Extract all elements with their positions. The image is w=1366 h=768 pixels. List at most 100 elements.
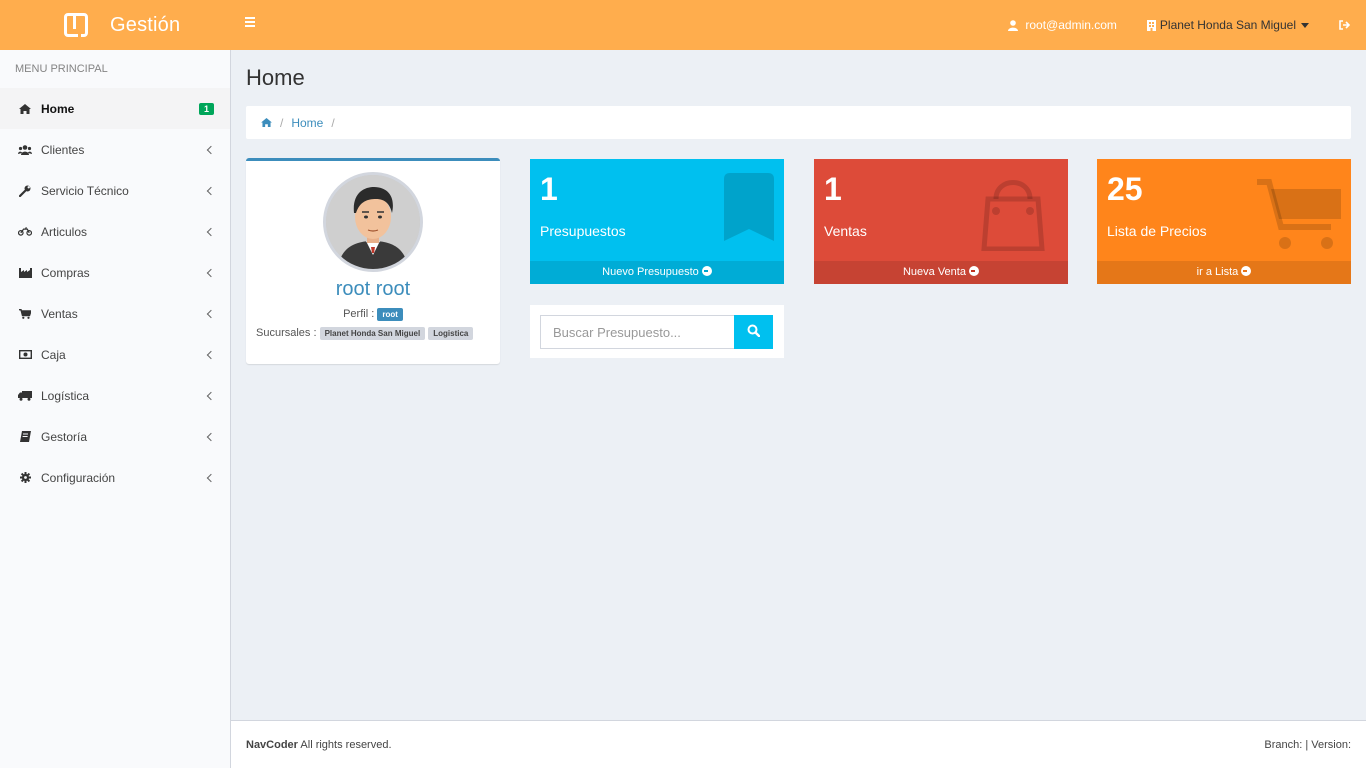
breadcrumb-separator: / bbox=[331, 115, 335, 130]
logo[interactable]: Gestión bbox=[0, 0, 230, 50]
sidebar-item-label: Clientes bbox=[41, 142, 85, 157]
sign-out-icon bbox=[1339, 20, 1350, 30]
perfil-badge: root bbox=[377, 308, 403, 321]
breadcrumb-home-link[interactable]: Home bbox=[291, 116, 323, 130]
sidebar-item-compras[interactable]: Compras bbox=[0, 252, 230, 293]
sidebar-item-articulos[interactable]: Articulos bbox=[0, 211, 230, 252]
chevron-left-icon bbox=[206, 432, 216, 441]
sidebar-item-clientes[interactable]: Clientes bbox=[0, 129, 230, 170]
motorcycle-icon bbox=[18, 227, 32, 236]
user-email: root@admin.com bbox=[1025, 18, 1117, 32]
footer-version: Branch: | Version: bbox=[1264, 739, 1351, 751]
app-title: Gestión bbox=[110, 13, 181, 36]
sidebar-item-label: Articulos bbox=[41, 224, 88, 239]
presupuestos-box: 1 Presupuestos Nuevo Presupuesto bbox=[530, 159, 784, 284]
sidebar-item-label: Servicio Técnico bbox=[41, 183, 129, 198]
chevron-left-icon bbox=[206, 145, 216, 154]
sidebar-item-ventas[interactable]: Ventas bbox=[0, 293, 230, 334]
sidebar: MENU PRINCIPAL Home 1 Clientes Servicio … bbox=[0, 50, 231, 768]
sidebar-item-label: Logística bbox=[41, 388, 90, 403]
footer-brand: NavCoder bbox=[246, 739, 298, 751]
gear-icon bbox=[19, 472, 31, 483]
arrow-circle-right-icon bbox=[1241, 266, 1252, 276]
breadcrumb-separator: / bbox=[280, 115, 284, 130]
breadcrumb: / Home / bbox=[246, 106, 1351, 139]
top-header: Gestión root@admin.com Planet Honda San … bbox=[0, 0, 1366, 50]
user-menu[interactable]: root@admin.com bbox=[993, 0, 1132, 50]
sidebar-toggle-button[interactable] bbox=[243, 17, 257, 29]
chevron-left-icon bbox=[206, 309, 216, 318]
search-icon bbox=[747, 324, 761, 338]
ventas-count: 1 bbox=[824, 171, 842, 207]
lista-precios-box: 25 Lista de Precios ir a Lista bbox=[1097, 159, 1351, 284]
sidebar-header: MENU PRINCIPAL bbox=[15, 63, 108, 75]
footer-rights: All rights reserved. bbox=[300, 739, 392, 751]
sidebar-item-label: Home bbox=[41, 101, 75, 116]
sidebar-item-label: Gestoría bbox=[41, 429, 88, 444]
chevron-left-icon bbox=[206, 350, 216, 359]
caret-down-icon bbox=[1301, 22, 1309, 28]
ventas-box: 1 Ventas Nueva Venta bbox=[814, 159, 1068, 284]
profile-card: root root Perfil : root Sucursales : Pla… bbox=[246, 158, 500, 364]
sidebar-item-label: Compras bbox=[41, 265, 90, 280]
truck-icon bbox=[18, 390, 32, 401]
search-button[interactable] bbox=[734, 315, 773, 349]
avatar bbox=[323, 172, 423, 272]
sidebar-item-label: Configuración bbox=[41, 470, 116, 485]
industry-icon bbox=[18, 267, 32, 278]
nueva-venta-link[interactable]: Nueva Venta bbox=[814, 261, 1068, 284]
sidebar-item-home[interactable]: Home 1 bbox=[0, 88, 230, 129]
presupuestos-label: Presupuestos bbox=[540, 223, 626, 239]
sidebar-item-configuracion[interactable]: Configuración bbox=[0, 457, 230, 498]
chevron-left-icon bbox=[206, 268, 216, 277]
branch-menu[interactable]: Planet Honda San Miguel bbox=[1132, 0, 1324, 50]
sidebar-item-logistica[interactable]: Logística bbox=[0, 375, 230, 416]
ir-a-lista-link[interactable]: ir a Lista bbox=[1097, 261, 1351, 284]
lista-precios-label: Lista de Precios bbox=[1107, 223, 1207, 239]
sidebar-item-label: Caja bbox=[41, 347, 66, 362]
chevron-left-icon bbox=[206, 391, 216, 400]
shopping-bag-icon bbox=[981, 180, 1045, 251]
search-box bbox=[530, 305, 784, 358]
page-title: Home bbox=[246, 65, 305, 90]
home-icon bbox=[19, 103, 31, 114]
profile-branches-row: Sucursales : Planet Honda San Miguel Log… bbox=[246, 327, 500, 340]
lista-precios-count: 25 bbox=[1107, 171, 1143, 207]
perfil-label: Perfil : bbox=[343, 308, 375, 320]
footer: NavCoder All rights reserved. Branch: | … bbox=[231, 720, 1366, 768]
cart-icon bbox=[19, 308, 31, 319]
main-content: Home / Home / root root Perfil: root Su… bbox=[231, 50, 1366, 720]
home-icon[interactable] bbox=[261, 118, 272, 127]
profile-name: root root bbox=[335, 278, 411, 300]
shopping-cart-icon bbox=[1257, 179, 1341, 249]
logo-icon bbox=[64, 13, 88, 37]
wrench-icon bbox=[19, 185, 31, 197]
arrow-circle-right-icon bbox=[701, 266, 712, 276]
profile-role-row: Perfil : root bbox=[246, 308, 500, 321]
branch-badge: Planet Honda San Miguel bbox=[319, 327, 426, 340]
bookmark-icon bbox=[724, 173, 774, 241]
user-icon bbox=[1008, 19, 1019, 31]
logout-button[interactable] bbox=[1324, 0, 1366, 50]
arrow-circle-right-icon bbox=[969, 266, 980, 276]
book-icon bbox=[19, 431, 31, 442]
branch-name: Planet Honda San Miguel bbox=[1159, 18, 1296, 32]
sidebar-item-servicio-tecnico[interactable]: Servicio Técnico bbox=[0, 170, 230, 211]
branch-badge: Logistica bbox=[428, 327, 474, 340]
building-icon bbox=[1146, 19, 1156, 31]
nuevo-presupuesto-link[interactable]: Nuevo Presupuesto bbox=[530, 261, 784, 284]
chevron-left-icon bbox=[206, 186, 216, 195]
sidebar-item-label: Ventas bbox=[41, 306, 78, 321]
home-badge: 1 bbox=[198, 102, 214, 115]
footer-copyright: NavCoder All rights reserved. bbox=[246, 739, 392, 751]
chevron-left-icon bbox=[206, 473, 216, 482]
sidebar-item-caja[interactable]: Caja bbox=[0, 334, 230, 375]
presupuestos-count: 1 bbox=[540, 171, 558, 207]
money-icon bbox=[18, 350, 32, 359]
search-presupuesto-input[interactable] bbox=[540, 315, 735, 349]
sucursales-label: Sucursales : bbox=[256, 327, 317, 339]
sidebar-item-gestoria[interactable]: Gestoría bbox=[0, 416, 230, 457]
users-icon bbox=[18, 144, 32, 155]
ventas-label: Ventas bbox=[824, 223, 867, 239]
chevron-left-icon bbox=[206, 227, 216, 236]
